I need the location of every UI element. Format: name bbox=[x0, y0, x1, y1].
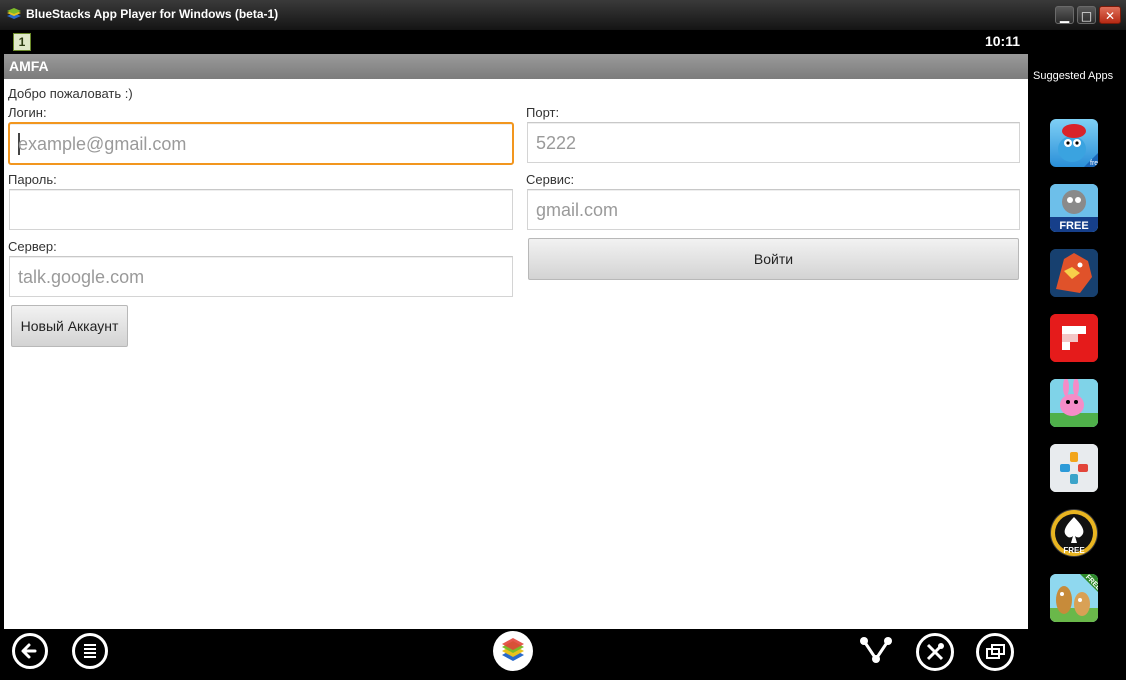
pink-bunny-app-icon[interactable] bbox=[1050, 379, 1098, 427]
login-input[interactable]: example@gmail.com bbox=[8, 122, 514, 165]
minimize-button[interactable]: ▁ bbox=[1055, 6, 1074, 24]
suggested-apps-sidebar: Suggested Apps free FREE bbox=[1028, 54, 1126, 629]
blue-creature-app-icon[interactable]: free bbox=[1050, 119, 1098, 167]
app-title: AMFA bbox=[9, 58, 49, 74]
service-label: Сервис: bbox=[526, 172, 575, 187]
giraffe-game-app-icon[interactable]: FREE bbox=[1050, 574, 1098, 622]
login-button[interactable]: Войти bbox=[528, 238, 1019, 280]
pink-bunny-app-icon-art bbox=[1050, 379, 1098, 427]
tango-app-icon[interactable] bbox=[1050, 444, 1098, 492]
service-input[interactable]: gmail.com bbox=[527, 189, 1020, 230]
new-account-button[interactable]: Новый Аккаунт bbox=[11, 305, 128, 347]
sheep-game-app-icon-art: FREE bbox=[1050, 184, 1098, 232]
blue-creature-app-icon-art: free bbox=[1058, 124, 1098, 167]
login-label: Логин: bbox=[8, 105, 47, 120]
settings-icon bbox=[926, 643, 944, 661]
back-button[interactable] bbox=[12, 633, 48, 669]
flipboard-app-icon[interactable] bbox=[1050, 314, 1098, 362]
app-badge: FREE bbox=[1063, 546, 1085, 555]
app-action-bar: AMFA bbox=[4, 54, 1028, 79]
notification-icon[interactable]: 1 bbox=[13, 33, 31, 51]
window-title: BlueStacks App Player for Windows (beta-… bbox=[26, 7, 279, 21]
login-form: Добро пожаловать :) Логин: example@gmail… bbox=[4, 79, 1028, 629]
settings-button[interactable] bbox=[916, 633, 954, 671]
close-icon: ✕ bbox=[1104, 9, 1116, 23]
suggested-apps-title: Suggested Apps bbox=[1033, 70, 1114, 82]
flipboard-app-icon-art bbox=[1050, 314, 1098, 362]
maximize-icon: □ bbox=[1080, 9, 1093, 23]
share-icon bbox=[860, 637, 892, 663]
server-placeholder: talk.google.com bbox=[18, 267, 145, 287]
dragon-game-app-icon-art bbox=[1050, 249, 1098, 297]
window-mode-button[interactable] bbox=[976, 633, 1014, 671]
status-clock: 10:11 bbox=[984, 33, 1020, 49]
bluestacks-nav-bar bbox=[0, 629, 1126, 680]
back-icon bbox=[21, 643, 37, 659]
server-label: Сервер: bbox=[8, 239, 57, 254]
share-button[interactable] bbox=[858, 635, 894, 667]
window-titlebar: BlueStacks App Player for Windows (beta-… bbox=[0, 0, 1126, 30]
menu-icon bbox=[84, 644, 96, 658]
maximize-button[interactable]: □ bbox=[1077, 6, 1096, 24]
port-input[interactable]: 5222 bbox=[527, 122, 1020, 163]
bluestacks-app-icon bbox=[7, 8, 21, 19]
minimize-icon: ▁ bbox=[1059, 9, 1070, 23]
app-badge: free bbox=[1090, 160, 1098, 167]
port-placeholder: 5222 bbox=[536, 133, 577, 153]
tango-app-icon-art bbox=[1050, 444, 1098, 492]
bluestacks-home-button[interactable] bbox=[493, 631, 533, 671]
window-mode-icon bbox=[986, 644, 1005, 659]
login-placeholder: example@gmail.com bbox=[18, 134, 187, 154]
android-status-bar: 1 10:11 bbox=[4, 30, 1028, 54]
dragon-game-app-icon[interactable] bbox=[1050, 249, 1098, 297]
giraffe-game-app-icon-art: FREE bbox=[1050, 574, 1098, 622]
close-button[interactable]: ✕ bbox=[1099, 6, 1121, 24]
password-label: Пароль: bbox=[8, 172, 57, 187]
port-label: Порт: bbox=[526, 105, 560, 120]
server-input[interactable]: talk.google.com bbox=[9, 256, 513, 297]
welcome-text: Добро пожаловать :) bbox=[8, 86, 133, 101]
spades-game-app-icon-art: FREE bbox=[1051, 510, 1097, 556]
spades-game-app-icon[interactable]: FREE bbox=[1050, 509, 1098, 557]
sheep-game-app-icon[interactable]: FREE bbox=[1050, 184, 1098, 232]
bluestacks-home-icon bbox=[502, 638, 524, 661]
service-placeholder: gmail.com bbox=[536, 200, 619, 220]
menu-button[interactable] bbox=[72, 633, 108, 669]
app-badge: FREE bbox=[1059, 220, 1088, 232]
password-input[interactable] bbox=[9, 189, 513, 230]
